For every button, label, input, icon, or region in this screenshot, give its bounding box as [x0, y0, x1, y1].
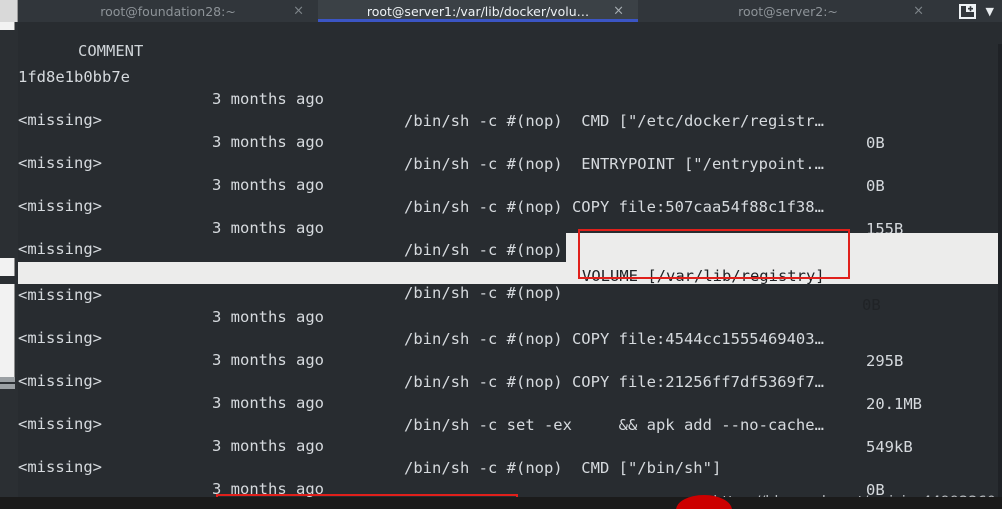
selection-highlight — [0, 262, 1002, 284]
selected-volume-text: VOLUME [/var/lib/registry] 0B — [566, 233, 881, 314]
tab-root-foundation28[interactable]: root@foundation28:~ × — [18, 0, 318, 22]
new-tab-icon[interactable] — [958, 3, 976, 19]
cell-created-by: /bin/sh -c #(nop) — [404, 284, 563, 302]
cell-image-id: 1fd8e1b0bb7e — [18, 68, 130, 86]
selection-highlight — [566, 233, 1002, 262]
scrollbar-mark — [0, 377, 15, 382]
cell-created: 3 months ago — [212, 394, 324, 412]
cell-created-by: /bin/sh -c #(nop) CMD ["/etc/docker/regi… — [404, 112, 824, 130]
cell-created-by: /bin/sh -c #(nop) ENTRYPOINT ["/entrypoi… — [404, 155, 824, 173]
cell-created: 3 months ago — [212, 437, 324, 455]
desktop-taskbar — [0, 497, 1002, 509]
cell-size: 0B — [866, 134, 885, 152]
tab-root-server1-docker-volumes[interactable]: root@server1:/var/lib/docker/volu… × — [318, 0, 638, 22]
table-header: COMMENT — [18, 22, 143, 60]
window-right-edge — [998, 44, 1002, 509]
cell-image-id: <missing> — [18, 458, 102, 476]
cell-created: 3 months ago — [212, 133, 324, 151]
chevron-down-icon[interactable]: ▼ — [986, 6, 994, 17]
cell-created-by: /bin/sh -c #(nop) COPY file:21256ff7df53… — [404, 373, 824, 391]
close-icon[interactable]: × — [613, 5, 624, 18]
table-row-selected: <missing> 3 months ago /bin/sh -c #(nop) — [18, 216, 563, 302]
cell-image-id: <missing> — [18, 372, 102, 390]
cell-size: 20.1MB — [866, 395, 922, 413]
table-row: <missing> 3 months ago /bin/sh -c set -e… — [18, 348, 913, 456]
cell-image-id: <missing> — [18, 240, 102, 258]
table-row: <missing> 3 months ago /bin/sh -c #(nop)… — [18, 130, 903, 238]
tab-bar-left-edge — [0, 0, 18, 22]
cell-created-by: /bin/sh -c #(nop) COPY file:507caa54f88c… — [404, 198, 824, 216]
tab-title: root@server2:~ — [738, 3, 838, 19]
cell-size-volume: 0B — [862, 296, 881, 314]
table-row: <missing> 3 months ago /bin/sh -c #(nop)… — [18, 87, 885, 195]
cell-created: 3 months ago — [212, 308, 324, 326]
cell-image-id: <missing> — [18, 415, 102, 433]
cell-created-by: /bin/sh -c set -ex && apk add --no-cache… — [404, 416, 824, 434]
close-icon[interactable]: × — [293, 5, 304, 18]
scrollbar-thumb[interactable] — [0, 284, 15, 380]
cell-created: 3 months ago — [212, 90, 324, 108]
terminal-output-area[interactable]: COMMENT 1fd8e1b0bb7e 3 months ago /bin/s… — [0, 22, 1002, 509]
table-row: <missing> 3 months ago /bin/sh -c #(nop)… — [18, 434, 824, 509]
tab-bar: root@foundation28:~ × root@server1:/var/… — [0, 0, 1002, 22]
tab-bar-actions: ▼ — [958, 0, 1002, 22]
tab-title: root@server1:/var/lib/docker/volu… — [366, 3, 590, 19]
scrollbar-vertical[interactable] — [0, 22, 18, 509]
close-icon[interactable]: × — [913, 5, 924, 18]
scrollbar-thumb[interactable] — [0, 22, 15, 30]
cell-image-id: <missing> — [18, 329, 102, 347]
terminal-window: root@foundation28:~ × root@server1:/var/… — [0, 0, 1002, 509]
tab-title: root@foundation28:~ — [100, 3, 236, 19]
scrollbar-thumb[interactable] — [0, 258, 15, 276]
table-row: <missing> 3 months ago /bin/sh -c #(nop)… — [18, 391, 885, 499]
tab-root-server2[interactable]: root@server2:~ × — [638, 0, 938, 22]
cell-size: 549kB — [866, 438, 913, 456]
table-row: 1fd8e1b0bb7e 3 months ago /bin/sh -c #(n… — [18, 44, 885, 152]
cell-created: 3 months ago — [212, 351, 324, 369]
cell-created: 3 months ago — [212, 219, 324, 237]
cell-created-by-volume: VOLUME [/var/lib/registry] — [582, 267, 825, 285]
cell-image-id: <missing> — [18, 154, 102, 172]
scrollbar-mark — [0, 384, 15, 389]
cell-size: 0B — [866, 177, 885, 195]
cell-created-by: /bin/sh -c #(nop) COPY file:4544cc155546… — [404, 330, 824, 348]
cell-image-id: <missing> — [18, 197, 102, 215]
cell-image-id: <missing> — [18, 111, 102, 129]
cell-image-id: <missing> — [18, 286, 102, 304]
cell-created-by: /bin/sh -c #(nop) CMD ["/bin/sh"] — [404, 459, 722, 477]
cell-size: 295B — [866, 352, 904, 370]
table-row: <missing> 3 months ago /bin/sh -c #(nop)… — [18, 173, 885, 281]
cell-created: 3 months ago — [212, 176, 324, 194]
table-row: <missing> 3 months ago /bin/sh -c #(nop)… — [18, 305, 922, 413]
